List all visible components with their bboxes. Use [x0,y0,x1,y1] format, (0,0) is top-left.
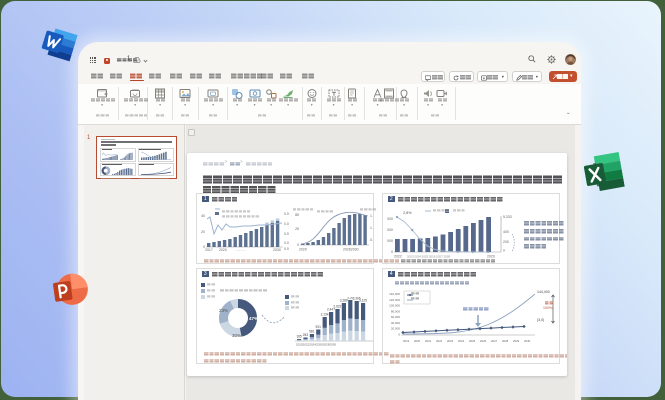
svg-text:144,400: 144,400 [537,290,550,294]
svg-text:2021: 2021 [425,339,432,343]
svg-text:2026: 2026 [480,339,487,343]
svg-text:80,000: 80,000 [391,309,401,313]
svg-text:400: 400 [503,230,509,234]
svg-text:0.03: 0.03 [284,222,289,226]
svg-text:0.5: 0.5 [370,238,373,242]
svg-text:0.04: 0.04 [284,212,289,216]
svg-text:2019: 2019 [403,339,410,343]
svg-text:20: 20 [201,230,205,234]
svg-text:1.5: 1.5 [370,214,373,218]
svg-text:253: 253 [303,333,309,337]
svg-text:20262030: 20262030 [343,248,359,252]
svg-text:2023 2024 2025 2026 2027 2028: 2023 2024 2025 2026 2027 2028 [407,255,450,259]
svg-text:2,8%: 2,8% [403,211,412,215]
svg-text:10,000: 10,000 [387,239,393,243]
svg-text:2024: 2024 [458,339,465,343]
svg-text:2017: 2017 [205,248,213,251]
svg-text:2030: 2030 [524,339,531,343]
svg-text:2028: 2028 [502,339,509,343]
svg-text:100,000: 100,000 [389,304,400,308]
svg-text:23%: 23% [219,308,228,313]
svg-text:2020: 2020 [299,248,307,252]
svg-text:2023: 2023 [447,339,454,343]
svg-text:47%: 47% [249,316,258,321]
svg-text:60,000: 60,000 [391,315,401,319]
svg-text:0.02: 0.02 [284,232,289,236]
svg-text:120,000: 120,000 [389,298,400,302]
svg-text:165: 165 [296,335,302,339]
svg-text:2020: 2020 [414,339,421,343]
svg-text:40: 40 [201,214,205,218]
svg-text:3,125: 3,125 [359,299,367,303]
svg-text:0: 0 [503,249,505,253]
svg-text:30,000: 30,000 [387,217,393,221]
svg-text:0: 0 [398,332,400,336]
svg-text:2020: 2020 [219,248,227,251]
svg-text:931: 931 [316,325,322,329]
svg-text:2027: 2027 [491,339,498,343]
svg-text:85: 85 [295,213,299,217]
svg-text:0: 0 [391,250,393,254]
svg-text:5,333: 5,333 [503,215,512,219]
svg-text:2,134: 2,134 [321,313,329,317]
svg-text:0.01: 0.01 [284,241,289,245]
svg-text:20,000: 20,000 [391,327,401,331]
svg-text:40,000: 40,000 [391,321,401,325]
svg-text:2029: 2029 [513,339,520,343]
svg-text:2020: 2020 [487,255,495,259]
svg-text:2022: 2022 [394,255,402,259]
svg-text:2030: 2030 [273,248,281,251]
svg-text:581: 581 [309,330,315,334]
svg-text:2,622: 2,622 [333,305,341,309]
svg-text:202020222024202620282030: 202020222024202620282030 [296,343,336,347]
svg-text:25: 25 [295,227,299,231]
svg-text:140,000: 140,000 [389,292,400,296]
svg-text:2022: 2022 [436,339,443,343]
svg-text:(3,0): (3,0) [537,318,544,322]
svg-text:2025: 2025 [469,339,476,343]
svg-text:0.00: 0.00 [284,247,289,251]
svg-text:0: 0 [297,243,299,247]
svg-text:20,000: 20,000 [387,228,393,232]
svg-text:............: ............ [235,248,246,251]
svg-text:1.0: 1.0 [370,226,373,230]
svg-text:200: 200 [503,240,509,244]
svg-text:30%: 30% [232,333,241,338]
